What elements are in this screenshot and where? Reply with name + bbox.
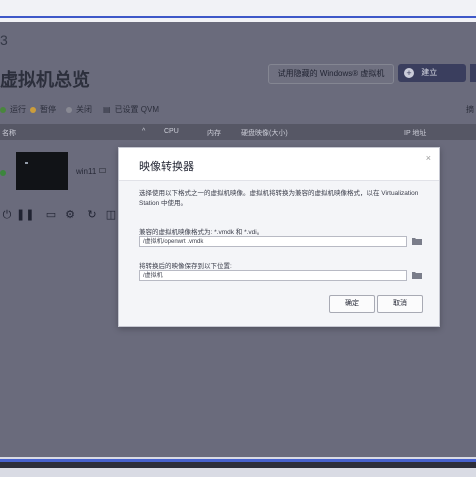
source-image-input[interactable]: /虚拟机/openwrt .vmdk [139,236,407,247]
folder-icon[interactable] [412,271,422,279]
destination-label: 将转换后的映像保存到以下位置: [139,263,232,270]
window-accent-line [0,16,476,18]
folder-icon[interactable] [412,237,422,245]
destination-input[interactable]: /虚拟机 [139,270,407,281]
source-format-label: 兼容的虚拟机映像格式为: *.vmdk 和 *.vdi。 [139,229,264,236]
dialog-description: 选择使用以下格式之一的虚拟机映像。虚拟机将转换为兼容的虚拟机映像格式，以在 Vi… [139,190,419,207]
window-top-frame [0,0,476,22]
dialog-header: 映像转换器 × [119,148,439,181]
dialog-body: 选择使用以下格式之一的虚拟机映像。虚拟机将转换为兼容的虚拟机映像格式，以在 Vi… [119,181,439,326]
taskbar-strip [0,462,476,468]
ok-button[interactable]: 确定 [329,295,375,313]
window-bottom-frame [0,457,476,477]
close-icon[interactable]: × [426,153,431,163]
image-converter-dialog: 映像转换器 × 选择使用以下格式之一的虚拟机映像。虚拟机将转换为兼容的虚拟机映像… [118,147,440,327]
dialog-title: 映像转换器 [139,161,194,173]
cancel-button[interactable]: 取消 [377,295,423,313]
